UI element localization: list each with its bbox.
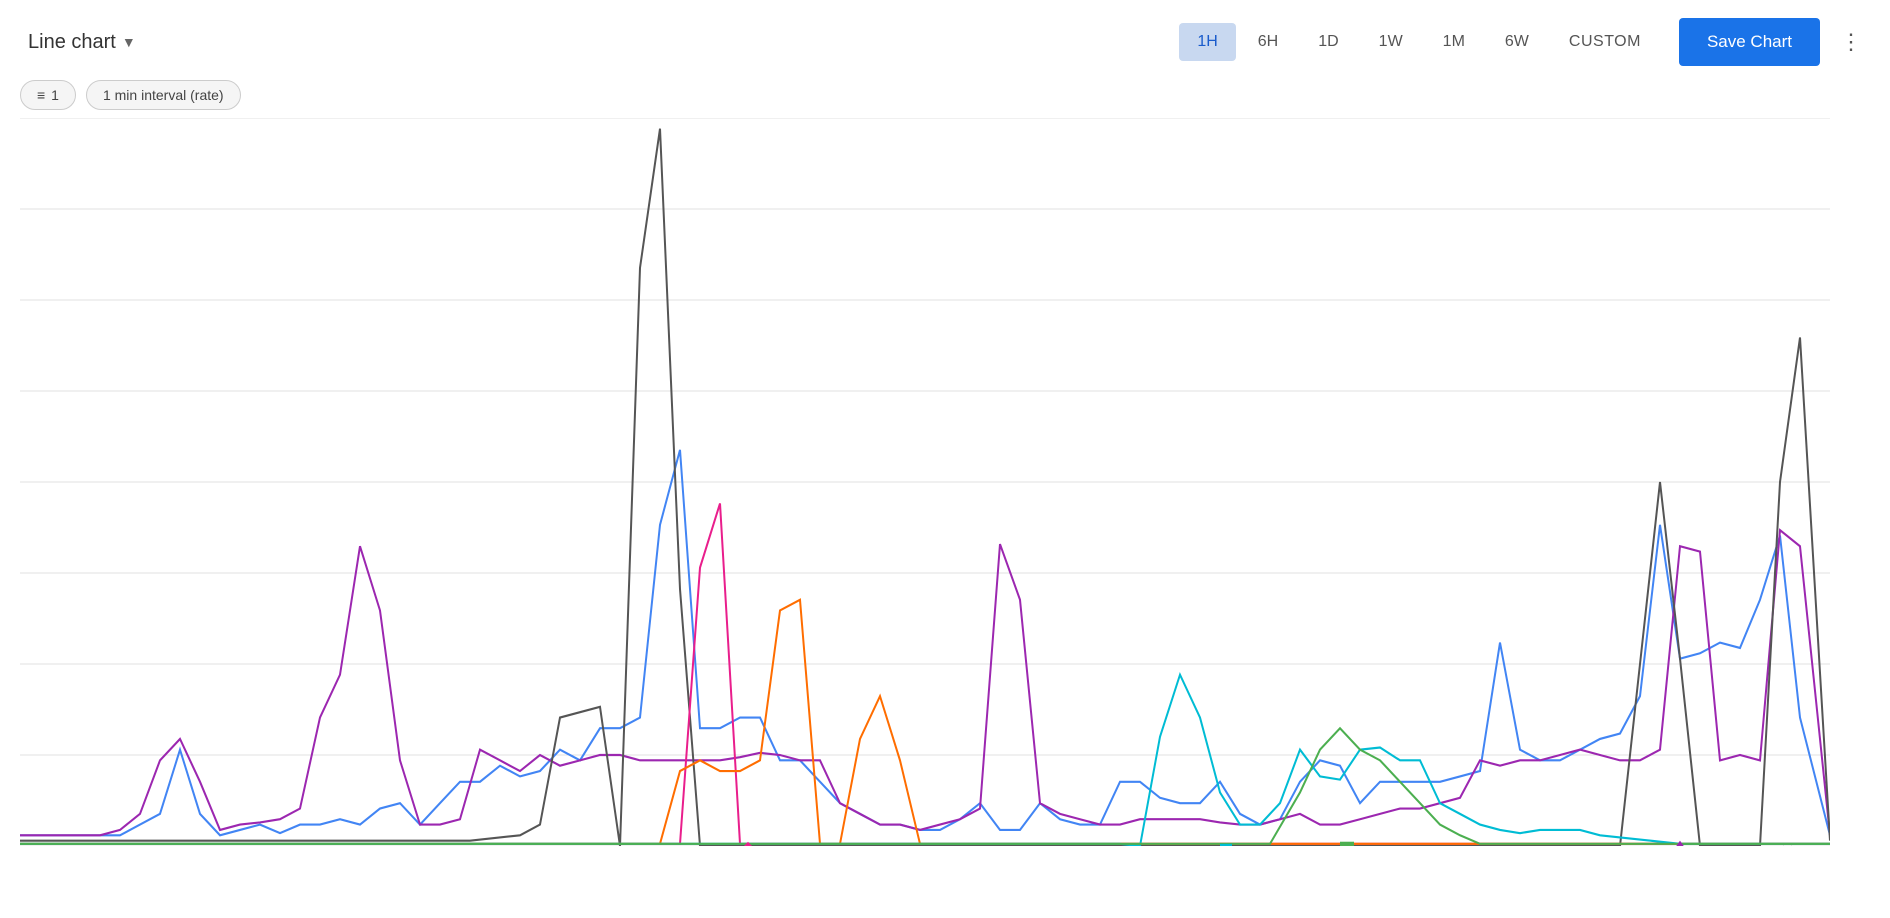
time-range-1m[interactable]: 1M: [1425, 23, 1483, 61]
chart-type-button[interactable]: Line chart ▼: [20, 27, 144, 58]
custom-range-button[interactable]: CUSTOM: [1551, 23, 1659, 61]
filter-button[interactable]: ≡ 1: [20, 80, 76, 110]
series-purple: [20, 530, 1830, 835]
time-range-group: 1H 6H 1D 1W 1M 6W CUSTOM: [1179, 23, 1659, 61]
marker-plus-blue: +: [1740, 845, 1751, 846]
line-chart-svg: + ✕ 0.08/s 0.07/s 0.06/s 0.05/s 0.04/s 0…: [20, 118, 1830, 846]
time-range-6h[interactable]: 6H: [1240, 23, 1296, 61]
filter-count: 1: [51, 87, 59, 103]
series-pink: [20, 503, 1830, 843]
more-options-button[interactable]: ⋮: [1832, 21, 1870, 63]
time-range-6w[interactable]: 6W: [1487, 23, 1547, 61]
time-range-1w[interactable]: 1W: [1361, 23, 1421, 61]
save-chart-button[interactable]: Save Chart: [1679, 18, 1820, 66]
series-blue: [20, 450, 1830, 835]
chart-area: + ✕ 0.08/s 0.07/s 0.06/s 0.05/s 0.04/s 0…: [0, 118, 1890, 906]
chart-container: + ✕ 0.08/s 0.07/s 0.06/s 0.05/s 0.04/s 0…: [20, 118, 1830, 846]
chart-type-label: Line chart: [28, 31, 116, 54]
toolbar: ≡ 1 1 min interval (rate): [0, 76, 1890, 118]
marker-square-teal: [1220, 844, 1232, 846]
time-range-1h[interactable]: 1H: [1179, 23, 1235, 61]
filter-icon: ≡: [37, 87, 45, 103]
header: Line chart ▼ 1H 6H 1D 1W 1M 6W CUSTOM Sa…: [0, 0, 1890, 76]
time-range-1d[interactable]: 1D: [1300, 23, 1356, 61]
marker-x-gray: ✕: [1780, 841, 1795, 846]
interval-button[interactable]: 1 min interval (rate): [86, 80, 241, 110]
series-gray: [20, 129, 1830, 846]
series-orange: [20, 600, 1830, 844]
series-green: [20, 728, 1830, 844]
marker-square-green: [1340, 842, 1354, 846]
chevron-down-icon: ▼: [122, 34, 136, 50]
